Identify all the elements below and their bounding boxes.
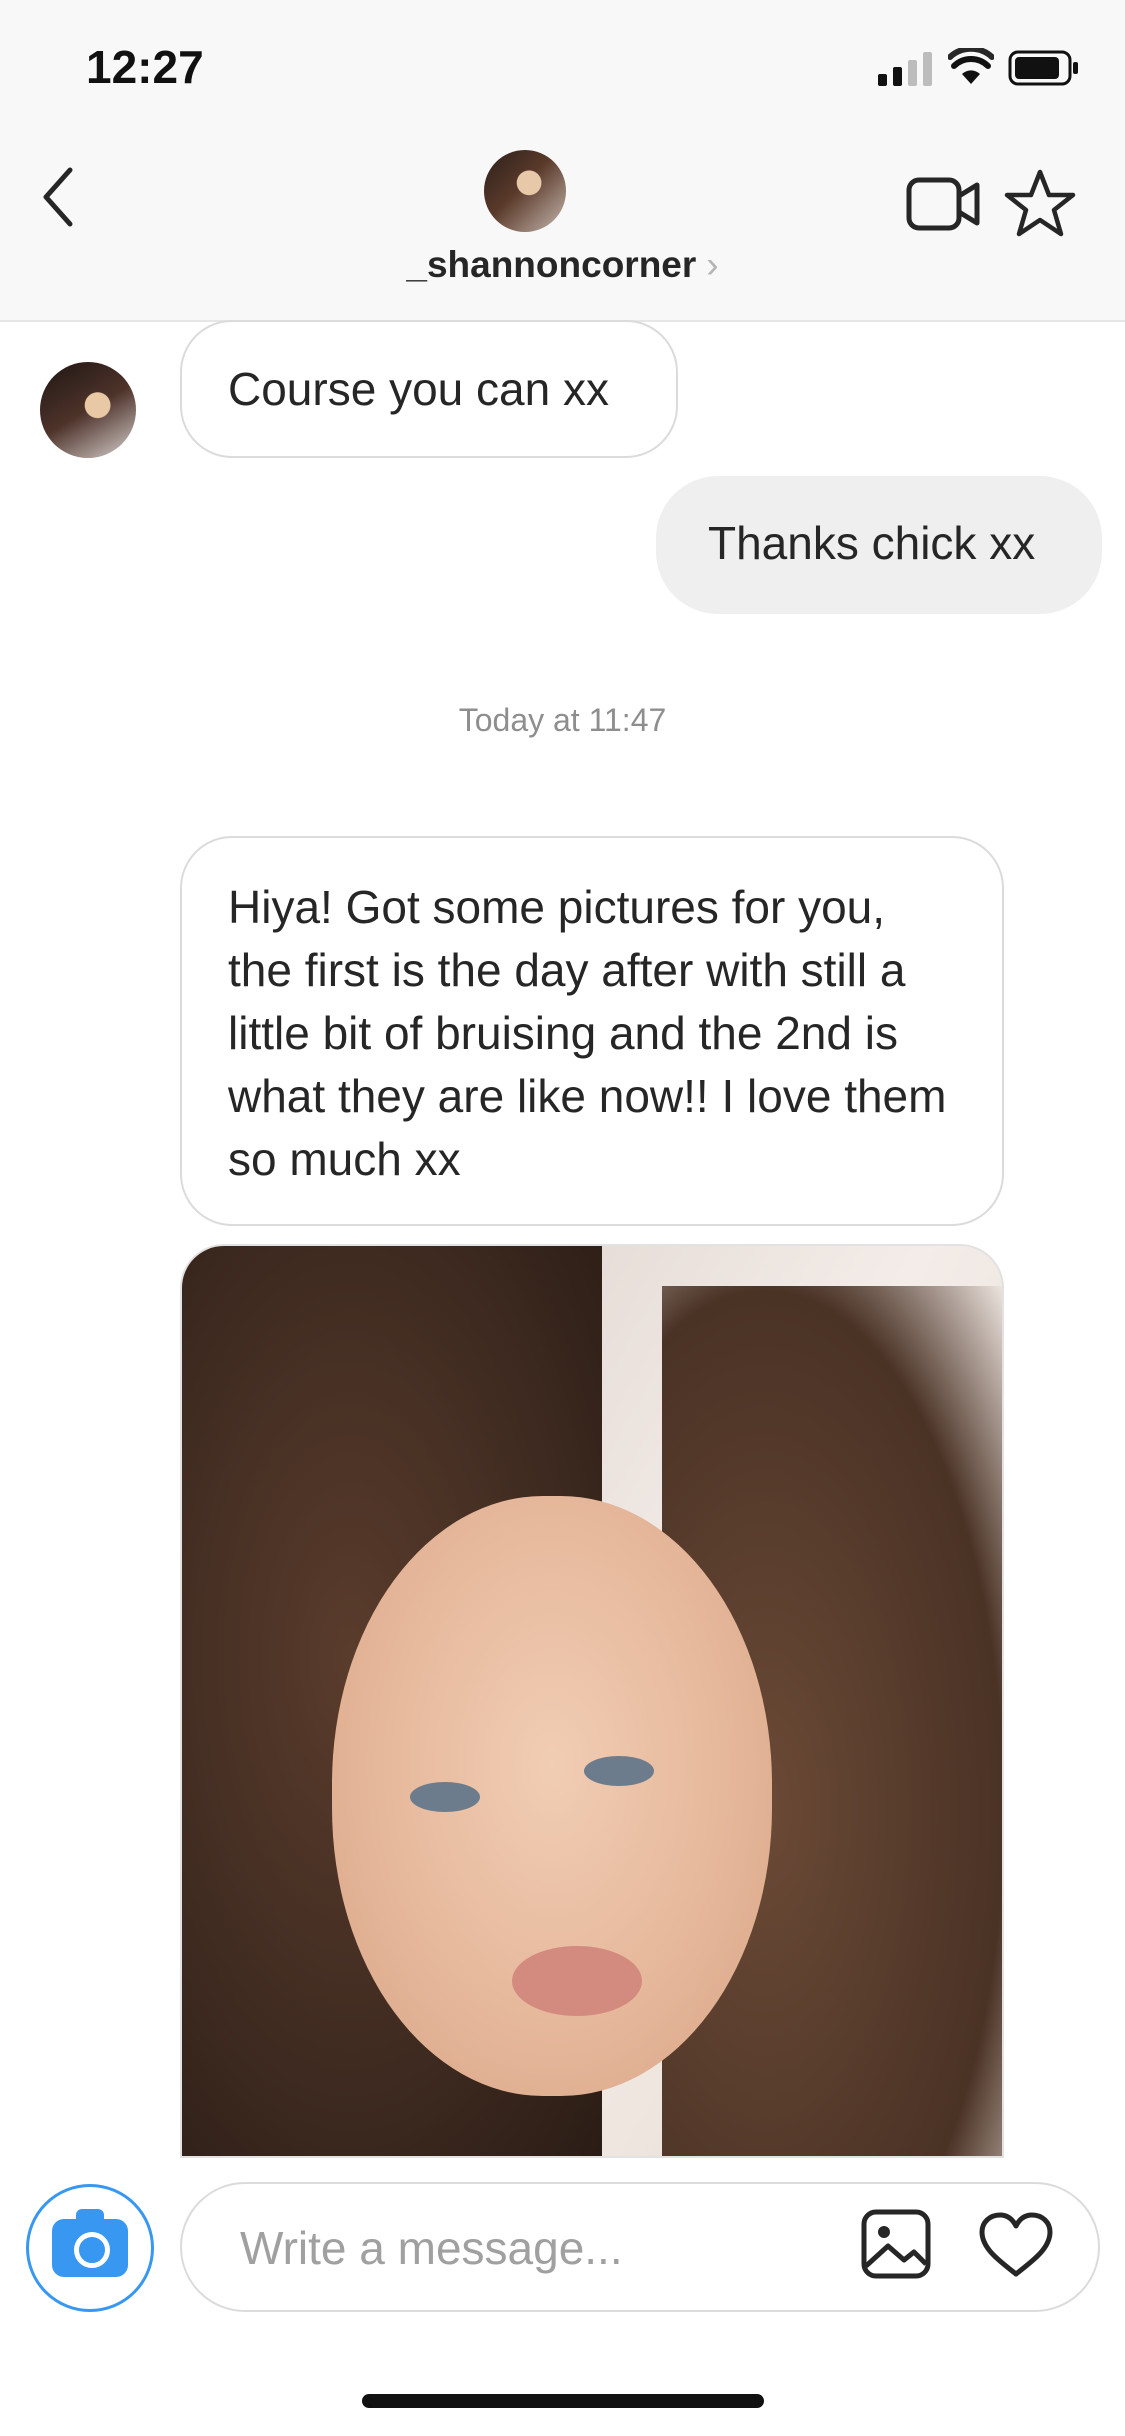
photo-message[interactable] — [180, 1244, 1004, 2158]
photo-lips — [512, 1946, 642, 2016]
status-bar: 12:27 — [0, 0, 1125, 132]
wifi-icon — [948, 48, 994, 84]
back-icon[interactable] — [38, 162, 78, 232]
chevron-right-icon: › — [706, 244, 719, 285]
message-timestamp: Today at 11:47 — [458, 702, 667, 738]
message-bubble-incoming[interactable]: Hiya! Got some pictures for you, the fir… — [180, 836, 1004, 1226]
message-input[interactable] — [238, 2214, 802, 2282]
video-call-icon[interactable] — [906, 174, 980, 234]
username-link[interactable]: _shannoncorner › — [0, 244, 1125, 286]
status-time: 12:27 — [86, 41, 204, 93]
message-bubble-incoming[interactable]: Course you can xx — [180, 320, 678, 458]
battery-icon — [1008, 50, 1078, 86]
signal-icon — [878, 52, 932, 86]
chat-header: _shannoncorner › — [0, 132, 1125, 322]
photo-eye-left — [410, 1782, 480, 1812]
message-bubble-outgoing[interactable]: Thanks chick xx — [656, 476, 1102, 614]
username-text: _shannoncorner — [406, 244, 697, 285]
header-avatar[interactable] — [484, 150, 566, 232]
photo-eye-right — [584, 1756, 654, 1786]
sender-avatar[interactable] — [40, 362, 136, 458]
message-input-container — [180, 2182, 1100, 2312]
camera-button[interactable] — [26, 2184, 154, 2312]
camera-icon — [52, 2209, 128, 2277]
star-icon[interactable] — [1004, 168, 1076, 238]
heart-icon[interactable] — [978, 2212, 1054, 2278]
home-indicator — [362, 2394, 764, 2408]
gallery-icon[interactable] — [860, 2208, 932, 2280]
